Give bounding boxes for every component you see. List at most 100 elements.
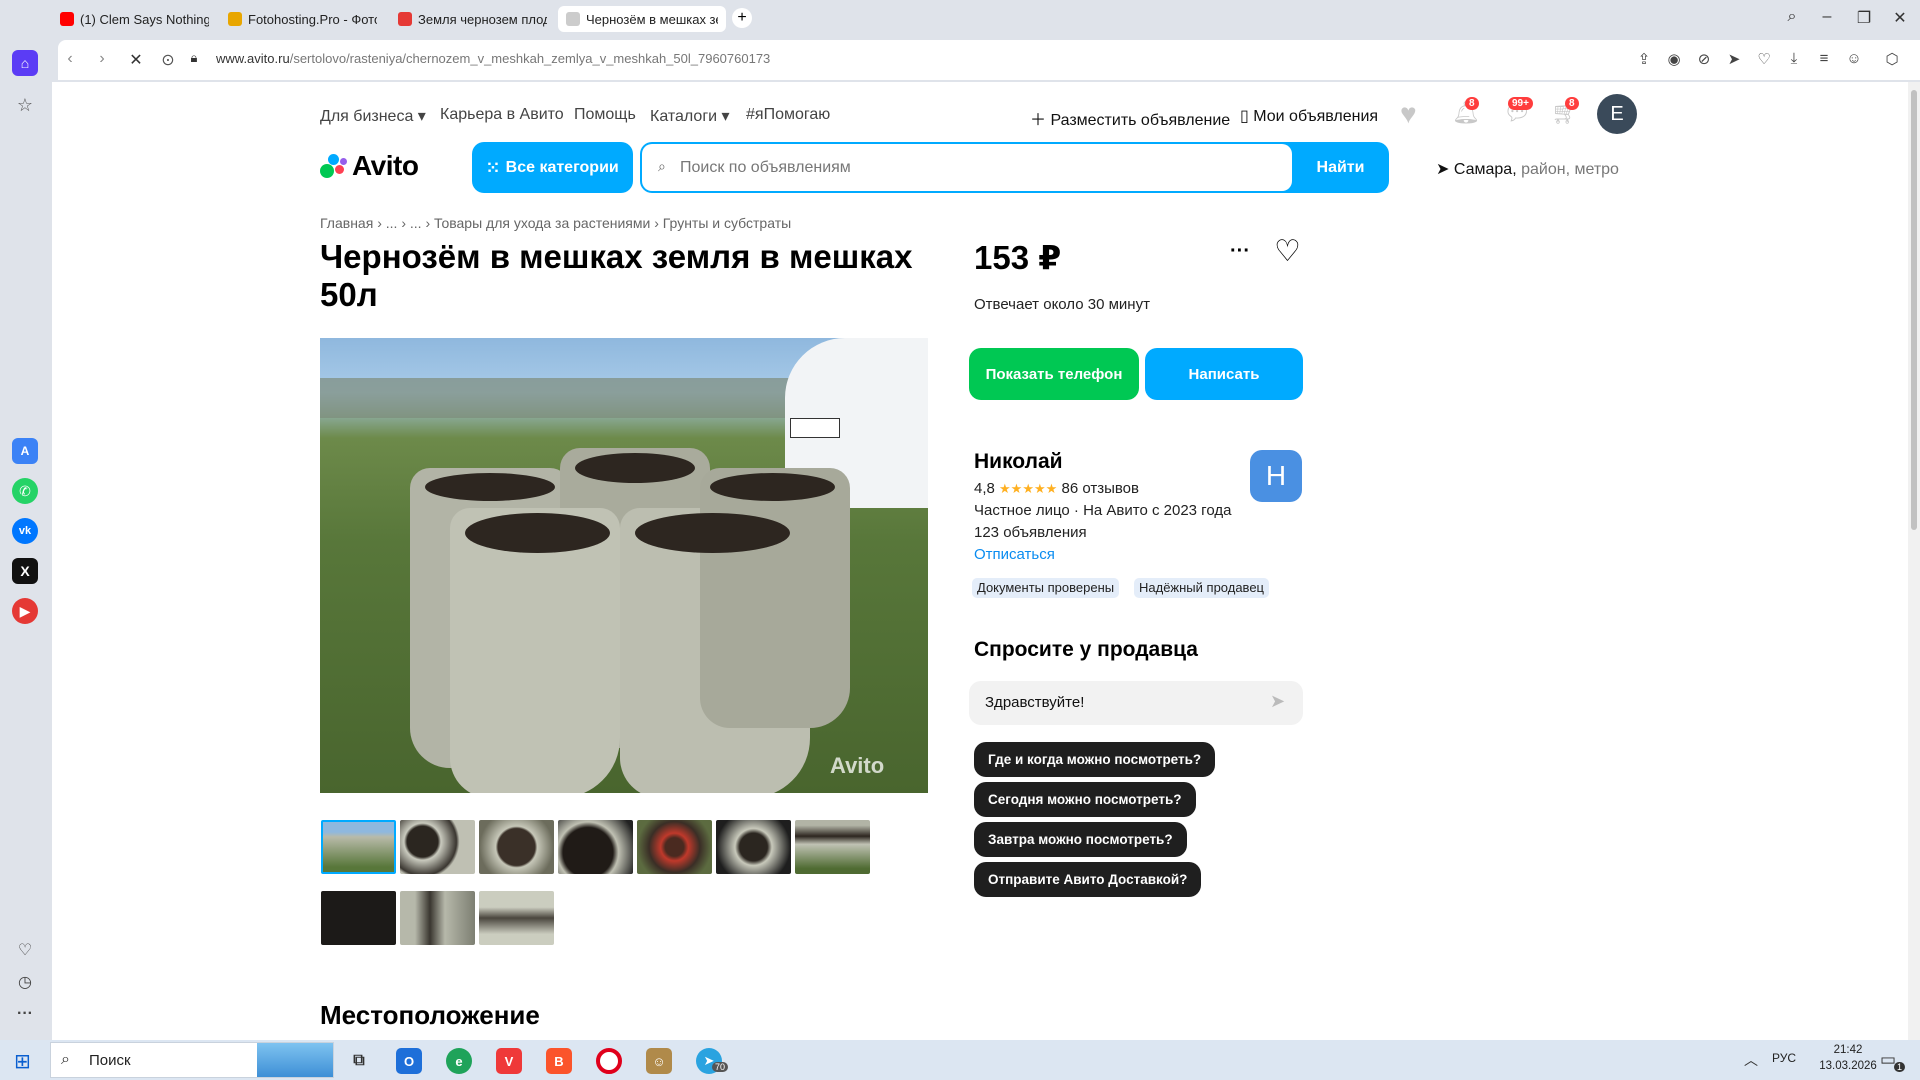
forward-icon[interactable]: › — [92, 50, 112, 68]
menu-icon[interactable]: ≡ — [1814, 50, 1834, 67]
pinboard-icon[interactable]: ☆ — [12, 92, 38, 118]
new-tab-button[interactable]: + — [732, 8, 752, 28]
url-field[interactable]: www.avito.ru/sertolovo/rasteniya/chernoz… — [216, 51, 770, 66]
thumbnail[interactable] — [400, 820, 475, 874]
write-button[interactable]: Написать — [1145, 348, 1303, 400]
favorite-heart-icon[interactable]: ♡ — [1274, 234, 1301, 269]
tab-label: (1) Clem Says Nothing W — [80, 11, 209, 27]
thumbnail[interactable] — [716, 820, 791, 874]
language-indicator[interactable]: РУС — [1772, 1051, 1796, 1065]
tab[interactable]: Чернозём в мешках земл — [558, 6, 726, 32]
game-icon[interactable]: ☺ — [646, 1048, 672, 1074]
post-ad-link[interactable]: ＋ Разместить объявление — [1030, 106, 1230, 130]
unsubscribe-link[interactable]: Отписаться — [974, 546, 1055, 563]
quick-question-button[interactable]: Где и когда можно посмотреть? — [974, 742, 1216, 777]
heart-icon[interactable]: ♡ — [12, 937, 38, 963]
vk-icon[interactable]: vk — [12, 518, 38, 544]
thumbnail[interactable] — [479, 820, 554, 874]
send-message-icon[interactable]: ➤ — [1270, 691, 1285, 712]
thumbnail[interactable] — [321, 891, 396, 945]
more-icon[interactable]: ··· — [12, 1001, 38, 1027]
history-icon[interactable]: ◷ — [12, 969, 38, 995]
aria-icon[interactable]: A — [12, 438, 38, 464]
home-icon[interactable]: ⌂ — [12, 50, 38, 76]
quick-question-button[interactable]: Отправите Авито Доставкой? — [974, 862, 1202, 897]
vivaldi-icon[interactable]: V — [496, 1048, 522, 1074]
crumb-ellipsis[interactable]: ... — [410, 215, 422, 231]
tab-favicon-icon — [398, 12, 412, 26]
scrollbar[interactable] — [1908, 82, 1920, 1040]
tab[interactable]: (1) Clem Says Nothing W — [52, 6, 217, 32]
more-options-icon[interactable]: ··· — [1230, 240, 1250, 263]
thumbnail[interactable] — [321, 820, 396, 874]
thumbnail[interactable] — [400, 891, 475, 945]
avito-logo[interactable]: Avito — [352, 150, 419, 182]
quick-question-button[interactable]: Завтра можно посмотреть? — [974, 822, 1187, 857]
thumbnail[interactable] — [795, 820, 870, 874]
outlook-icon[interactable]: O — [396, 1048, 422, 1074]
brave-icon[interactable]: B — [546, 1048, 572, 1074]
show-phone-button[interactable]: Показать телефон — [969, 348, 1139, 400]
all-categories-button[interactable]: ⁙ Все категории — [472, 142, 633, 193]
avito-logo-icon[interactable] — [320, 152, 350, 182]
task-view-icon[interactable]: ⧉ — [346, 1048, 372, 1074]
url-path: /sertolovo/rasteniya/chernozem_v_meshkah… — [289, 51, 771, 66]
tab-label: Земля чернозем плодор — [418, 11, 547, 27]
download-icon[interactable]: ⤓ — [1784, 50, 1804, 67]
tab-favicon-icon — [228, 12, 242, 26]
message-input[interactable]: Здравствуйте! ➤ — [969, 681, 1303, 725]
windows-start-icon[interactable]: ⊞ — [14, 1049, 31, 1074]
seller-avatar[interactable]: Н — [1250, 450, 1302, 502]
tray-chevron-icon[interactable]: ︿ — [1744, 1050, 1758, 1070]
my-ads-link[interactable]: ▯ Мои объявления — [1240, 106, 1378, 126]
catalogs-link[interactable]: Каталоги ▾ — [650, 106, 730, 126]
lock-icon[interactable]: 🔒︎ — [184, 50, 204, 66]
adblock-icon[interactable]: ⊘ — [1694, 50, 1714, 68]
clock[interactable]: 21:42 13.03.2026 — [1818, 1044, 1878, 1072]
share-icon[interactable]: ⇪ — [1634, 50, 1654, 68]
location-selector[interactable]: ➤ Самара, район, метро — [1436, 159, 1619, 179]
thumbnail[interactable] — [479, 891, 554, 945]
close-icon[interactable]: ✕ — [1888, 8, 1912, 28]
extensions-icon[interactable]: ⬡ — [1882, 50, 1902, 68]
search-tabs-icon[interactable]: ⌕ — [1780, 8, 1804, 26]
seller-rating[interactable]: 4,8 ★★★★★ 86 отзывов — [974, 480, 1139, 497]
thumbnail[interactable] — [637, 820, 712, 874]
quick-question-button[interactable]: Сегодня можно посмотреть? — [974, 782, 1196, 817]
tab[interactable]: Земля чернозем плодор — [390, 6, 555, 32]
x-icon[interactable]: X — [12, 558, 38, 584]
main-photo[interactable]: Avito — [320, 338, 928, 793]
camera-icon[interactable]: ◉ — [1664, 50, 1684, 68]
help-link[interactable]: Помощь — [574, 106, 636, 124]
crumb-soils[interactable]: Грунты и субстраты — [663, 215, 791, 231]
opera-taskbar-icon[interactable] — [596, 1048, 622, 1074]
thumbnail[interactable] — [558, 820, 633, 874]
for-business-link[interactable]: Для бизнеса ▾ — [320, 106, 426, 126]
whatsapp-icon[interactable]: ✆ — [12, 478, 38, 504]
player-icon[interactable]: ▶ — [12, 598, 38, 624]
user-avatar[interactable]: E — [1597, 94, 1637, 134]
ya-pomogayu-link[interactable]: #яПомогаю — [746, 106, 830, 124]
crumb-home[interactable]: Главная — [320, 215, 373, 231]
seller-name[interactable]: Николай — [974, 450, 1063, 474]
bookmark-heart-icon[interactable]: ♡ — [1754, 50, 1774, 68]
taskbar-search[interactable]: ⌕ Поиск — [50, 1042, 334, 1078]
taskbar-search-label: Поиск — [89, 1052, 131, 1069]
search-button[interactable]: Найти — [1292, 142, 1389, 193]
ask-seller-title: Спросите у продавца — [974, 638, 1198, 661]
restore-icon[interactable]: ❐ — [1852, 8, 1876, 28]
seller-ads-count[interactable]: 123 объявления — [974, 524, 1087, 541]
favorites-icon[interactable]: ♥ — [1400, 98, 1417, 130]
back-icon[interactable]: ‹ — [60, 50, 80, 68]
stop-icon[interactable]: ✕ — [126, 50, 146, 70]
tab[interactable]: Fotohosting.Pro - Фотохо — [220, 6, 385, 32]
profile-icon[interactable]: ☺ — [1844, 50, 1864, 67]
search-input[interactable]: ⌕ Поиск по объявлениям — [642, 144, 1292, 191]
crumb-ellipsis[interactable]: ... — [386, 215, 398, 231]
career-link[interactable]: Карьера в Авито — [440, 106, 564, 124]
minimize-icon[interactable]: – — [1815, 8, 1839, 26]
send-icon[interactable]: ➤ — [1724, 50, 1744, 68]
edge-icon[interactable]: e — [446, 1048, 472, 1074]
location-icon[interactable]: ⊙ — [158, 50, 178, 70]
crumb-plant-care[interactable]: Товары для ухода за растениями — [434, 215, 650, 231]
